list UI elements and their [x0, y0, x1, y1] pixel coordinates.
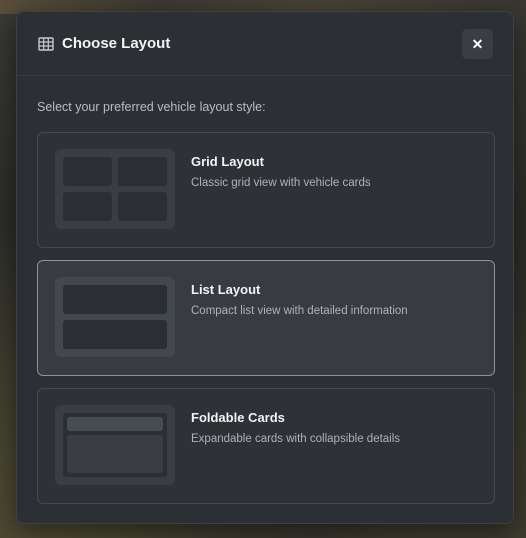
- option-title: Grid Layout: [191, 154, 264, 169]
- preview-card: [118, 157, 167, 186]
- close-button[interactable]: ✕: [462, 29, 493, 59]
- preview-row: [63, 285, 167, 314]
- option-text: List Layout Compact list view with detai…: [191, 277, 408, 317]
- grid-layout-preview: [55, 149, 175, 229]
- instruction-text: Select your preferred vehicle layout sty…: [37, 100, 266, 114]
- dialog-title: Choose Layout: [62, 35, 171, 52]
- layout-option-list[interactable]: List Layout Compact list view with detai…: [37, 260, 495, 376]
- layout-option-grid[interactable]: Grid Layout Classic grid view with vehic…: [37, 132, 495, 248]
- foldable-cards-preview: [55, 405, 175, 485]
- preview-row: [63, 320, 167, 349]
- option-description: Classic grid view with vehicle cards: [191, 177, 371, 189]
- grid-icon: [38, 36, 54, 52]
- option-title: Foldable Cards: [191, 410, 285, 425]
- preview-card: [63, 192, 112, 221]
- dialog-header: Choose Layout ✕: [17, 12, 513, 76]
- preview-fold-header: [67, 417, 163, 431]
- preview-card: [118, 192, 167, 221]
- dialog-body: Select your preferred vehicle layout sty…: [17, 76, 513, 504]
- preview-card: [63, 157, 112, 186]
- list-layout-preview: [55, 277, 175, 357]
- option-title: List Layout: [191, 282, 261, 297]
- layout-option-foldable[interactable]: Foldable Cards Expandable cards with col…: [37, 388, 495, 504]
- close-icon: ✕: [471, 35, 484, 52]
- option-description: Expandable cards with collapsible detail…: [191, 433, 401, 445]
- preview-fold-body: [67, 435, 163, 473]
- option-description: Compact list view with detailed informat…: [191, 305, 408, 317]
- choose-layout-dialog: Choose Layout ✕ Select your preferred ve…: [16, 11, 514, 524]
- preview-fold-card: [63, 413, 167, 477]
- option-text: Grid Layout Classic grid view with vehic…: [191, 149, 371, 189]
- option-text: Foldable Cards Expandable cards with col…: [191, 405, 400, 445]
